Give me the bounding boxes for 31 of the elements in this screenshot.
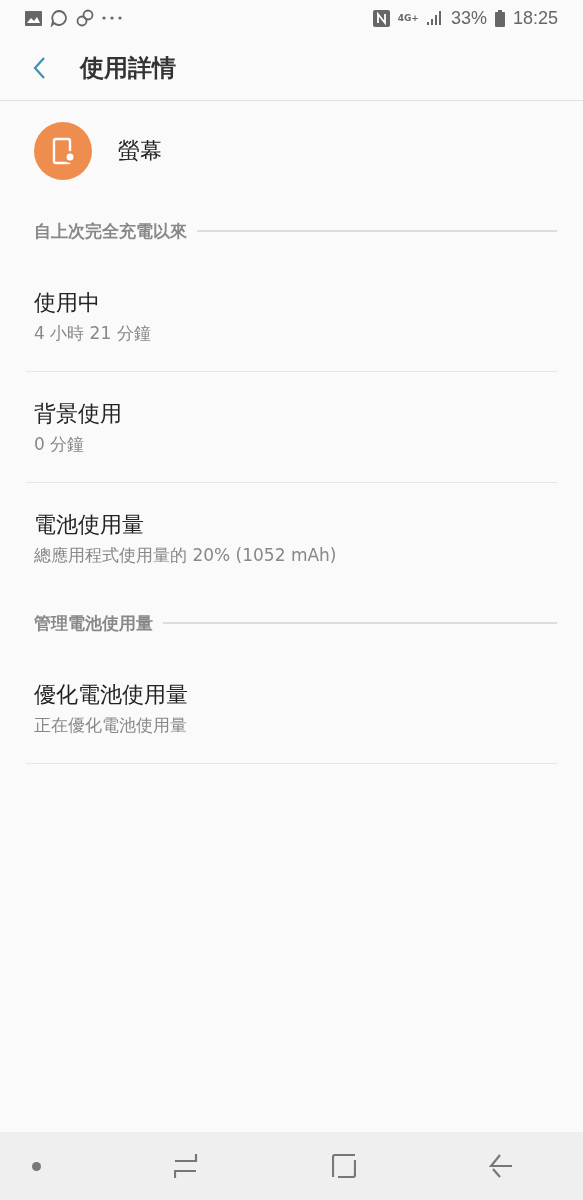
battery-icon [494,9,505,27]
settings-item[interactable]: 背景使用 0 分鐘 [26,372,557,483]
signal-icon [426,11,443,25]
settings-item[interactable]: 優化電池使用量 正在優化電池使用量 [26,653,557,764]
page-title: 使用詳情 [80,53,176,84]
network-label: 4G+ [397,13,419,23]
item-title: 使用中 [34,288,101,317]
more-icon [102,16,122,20]
link-icon [76,9,94,27]
chat-icon [50,9,68,27]
recents-icon[interactable] [174,1153,199,1179]
section-header: 管理電池使用量 [34,611,153,635]
item-title: 電池使用量 [34,510,145,539]
settings-item[interactable]: 使用中 4 小時 21 分鐘 [26,261,557,372]
app-name: 螢幕 [118,137,162,165]
home-icon[interactable] [331,1154,356,1178]
item-subtitle: 0 分鐘 [34,432,86,456]
nfc-icon [372,9,390,27]
dot-icon[interactable] [32,1161,41,1171]
item-title: 優化電池使用量 [34,680,189,709]
section-header: 自上次完全充電以來 [34,219,187,243]
gallery-icon [25,10,42,26]
settings-item[interactable]: 電池使用量 總應用程式使用量的 20% (1052 mAh) [26,483,557,593]
back-icon[interactable] [489,1154,513,1178]
screen-settings-icon [34,122,92,180]
item-subtitle: 4 小時 21 分鐘 [34,321,152,345]
battery-percent: 33% [450,7,487,29]
item-title: 背景使用 [34,399,123,428]
clock: 18:25 [512,7,558,29]
item-subtitle: 正在優化電池使用量 [34,713,188,737]
item-subtitle: 總應用程式使用量的 20% (1052 mAh) [34,543,338,567]
